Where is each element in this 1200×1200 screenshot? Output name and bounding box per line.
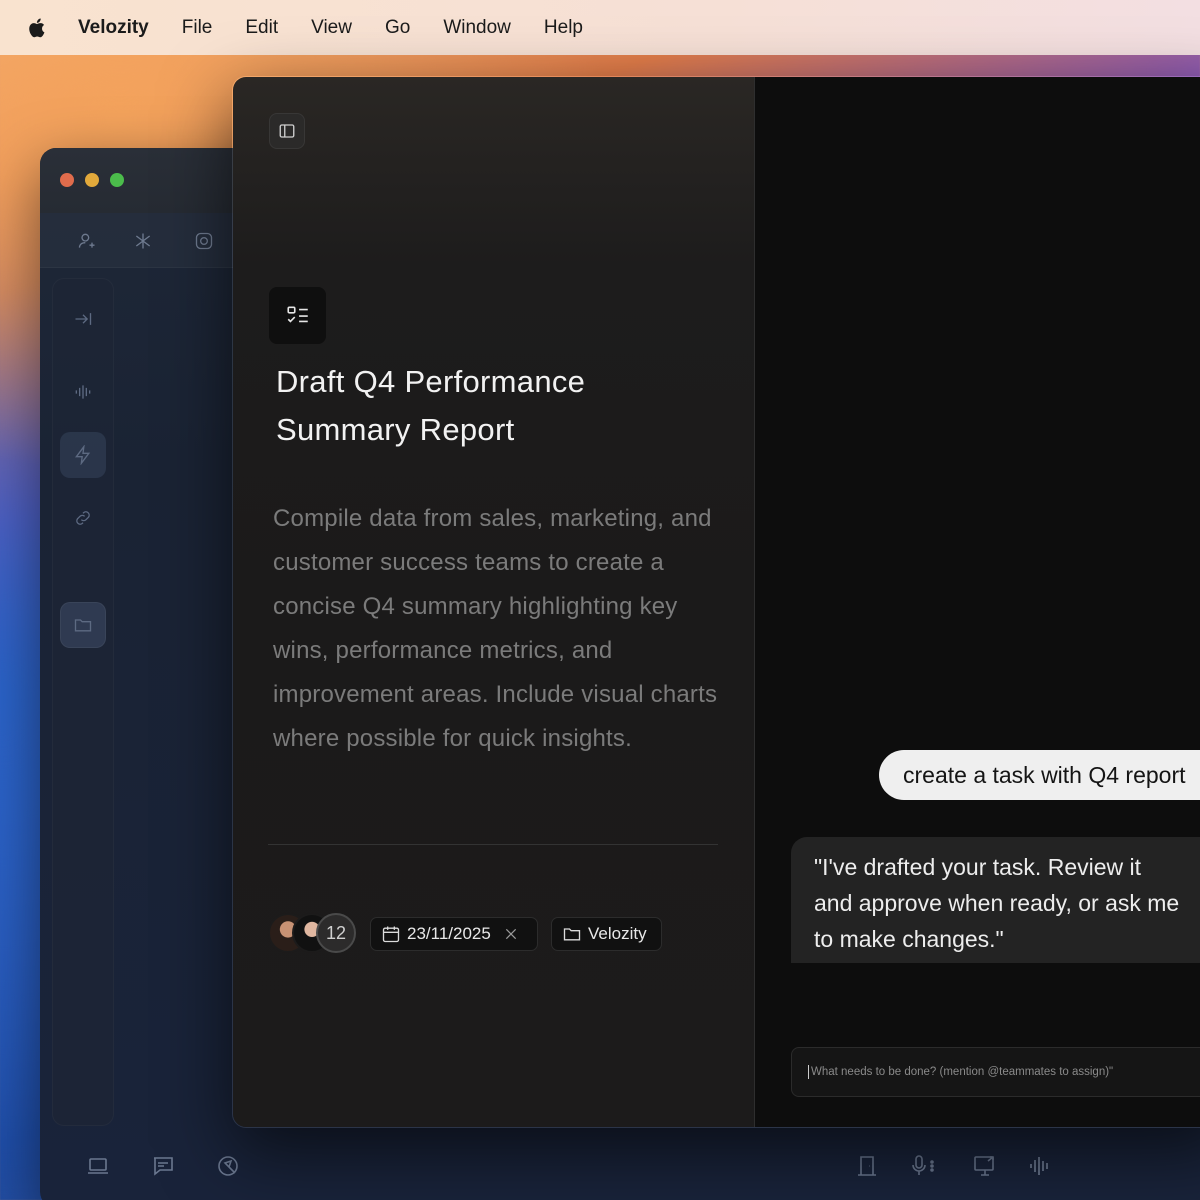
project-chip[interactable]: Velozity bbox=[551, 917, 662, 951]
background-sidebar bbox=[52, 278, 114, 1126]
menu-go[interactable]: Go bbox=[385, 17, 410, 39]
task-meta-row: 12 23/11/2025 Velozity bbox=[268, 913, 728, 957]
chat-input-placeholder: What needs to be done? (mention @teammat… bbox=[811, 1066, 1114, 1078]
apple-icon[interactable] bbox=[27, 16, 49, 40]
assistant-message-line: and approve when ready, or ask me bbox=[814, 890, 1180, 916]
minimize-window-button[interactable] bbox=[85, 173, 99, 187]
brand-icon[interactable] bbox=[133, 231, 153, 251]
chat-pane: create a task with Q4 report "I've draft… bbox=[755, 77, 1200, 1127]
laptop-icon[interactable] bbox=[83, 1151, 113, 1181]
chat-input[interactable]: What needs to be done? (mention @teammat… bbox=[791, 1047, 1200, 1097]
assistant-message-bubble: "I've drafted your task. Review it and a… bbox=[791, 837, 1200, 963]
zoom-window-button[interactable] bbox=[110, 173, 124, 187]
text-caret bbox=[808, 1065, 809, 1079]
task-type-icon bbox=[269, 287, 326, 344]
folder-icon[interactable] bbox=[60, 602, 106, 648]
assistant-message-line: "I've drafted your task. Review it bbox=[814, 854, 1142, 880]
clear-date-icon[interactable] bbox=[503, 926, 519, 942]
due-date-chip[interactable]: 23/11/2025 bbox=[370, 917, 538, 951]
menu-help[interactable]: Help bbox=[544, 17, 583, 39]
project-label: Velozity bbox=[588, 924, 647, 943]
lightning-icon[interactable] bbox=[60, 432, 106, 478]
camera-icon[interactable] bbox=[194, 231, 214, 251]
calendar-icon bbox=[382, 926, 400, 943]
folder-icon bbox=[563, 928, 581, 941]
menu-window[interactable]: Window bbox=[443, 17, 511, 39]
link-icon[interactable] bbox=[60, 495, 106, 541]
task-description[interactable]: Compile data from sales, marketing, and … bbox=[273, 497, 733, 761]
audio-bars-icon[interactable] bbox=[1025, 1151, 1055, 1181]
checklist-icon bbox=[286, 306, 308, 323]
divider bbox=[268, 844, 718, 845]
screen-share-icon[interactable] bbox=[970, 1151, 1000, 1181]
assignee-count-badge[interactable]: 12 bbox=[316, 913, 356, 953]
assistant-message-line: to make changes." bbox=[814, 926, 1004, 952]
sidebar-toggle-button[interactable] bbox=[269, 113, 305, 149]
menu-view[interactable]: View bbox=[311, 17, 352, 39]
menu-app-name[interactable]: Velozity bbox=[78, 17, 149, 39]
task-title[interactable]: Draft Q4 Performance Summary Report bbox=[276, 358, 716, 454]
collapse-icon[interactable] bbox=[60, 296, 106, 342]
close-window-button[interactable] bbox=[60, 173, 74, 187]
door-icon[interactable] bbox=[852, 1151, 882, 1181]
menu-edit[interactable]: Edit bbox=[245, 17, 278, 39]
task-window: Draft Q4 Performance Summary Report Comp… bbox=[232, 76, 1200, 1128]
sidebar-icon bbox=[279, 124, 295, 138]
due-date-label: 23/11/2025 bbox=[407, 924, 491, 943]
menu-file[interactable]: File bbox=[182, 17, 213, 39]
task-detail-pane: Draft Q4 Performance Summary Report Comp… bbox=[233, 77, 755, 1127]
menu-bar: Velozity File Edit View Go Window Help bbox=[0, 0, 1200, 55]
chat-icon[interactable] bbox=[148, 1151, 178, 1181]
user-message-bubble: create a task with Q4 report bbox=[879, 750, 1200, 800]
microphone-icon[interactable] bbox=[907, 1151, 937, 1181]
add-user-icon[interactable] bbox=[77, 231, 97, 251]
cursor-chat-icon[interactable] bbox=[213, 1151, 243, 1181]
waveform-icon[interactable] bbox=[60, 369, 106, 415]
